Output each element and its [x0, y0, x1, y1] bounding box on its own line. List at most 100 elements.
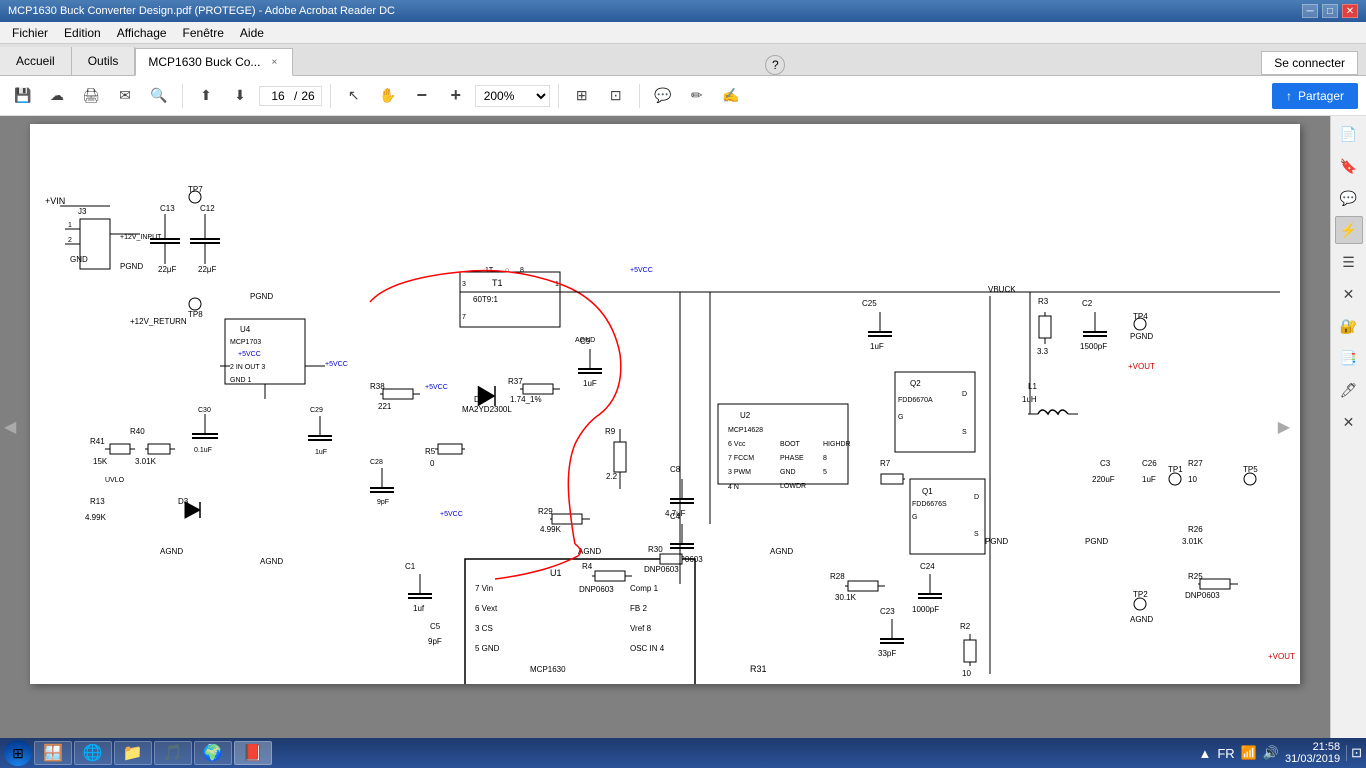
sidebar-icon-bookmark[interactable]: 🔖: [1335, 152, 1363, 180]
svg-text:C3: C3: [1100, 459, 1111, 468]
taskbar-item-files[interactable]: 📁: [114, 741, 152, 765]
print-button[interactable]: 🖨: [76, 81, 106, 111]
svg-text:LOWDR: LOWDR: [780, 483, 806, 490]
svg-text:GND 1: GND 1: [230, 377, 252, 384]
connect-button[interactable]: Se connecter: [1261, 51, 1358, 75]
close-button[interactable]: ✕: [1342, 4, 1358, 18]
svg-text:+VOUT: +VOUT: [1268, 652, 1295, 661]
cloud-button[interactable]: ☁: [42, 81, 72, 111]
svg-text:10: 10: [1188, 475, 1197, 484]
separator-4: [639, 84, 640, 108]
tray-volume[interactable]: 🔊: [1263, 745, 1279, 761]
svg-text:R41: R41: [90, 437, 105, 446]
svg-text:U1: U1: [550, 568, 562, 578]
share-button[interactable]: ↑ Partager: [1272, 83, 1358, 109]
zoom-in-button[interactable]: +: [441, 81, 471, 111]
page-navigation: / 26: [259, 86, 322, 106]
tab-close-button[interactable]: ×: [268, 56, 280, 69]
taskbar-item-chrome[interactable]: 🌍: [194, 741, 232, 765]
sidebar-icon-protect[interactable]: 🔐: [1335, 312, 1363, 340]
marquee-zoom-button[interactable]: ⊡: [601, 81, 631, 111]
next-page-button[interactable]: ⬇: [225, 81, 255, 111]
svg-text:Comp 1: Comp 1: [630, 584, 659, 593]
page-input[interactable]: [264, 89, 292, 103]
zoom-select[interactable]: 200% 100% 150% 50% Fit Page: [475, 85, 550, 107]
prev-page-button[interactable]: ⬆: [191, 81, 221, 111]
svg-text:Q2: Q2: [910, 379, 921, 388]
svg-text:1uF: 1uF: [583, 379, 597, 388]
menu-aide[interactable]: Aide: [232, 22, 272, 43]
comment-button[interactable]: 💬: [648, 81, 678, 111]
svg-text:60T9:1: 60T9:1: [473, 295, 498, 304]
cursor-tool-button[interactable]: ↖: [339, 81, 369, 111]
sidebar-icon-pages[interactable]: 📑: [1335, 344, 1363, 372]
share-label: Partager: [1298, 89, 1344, 103]
start-button[interactable]: ⊞: [4, 740, 32, 766]
fit-page-button[interactable]: ⊞: [567, 81, 597, 111]
tray-show-desktop[interactable]: ⊡: [1346, 745, 1362, 761]
tab-outils[interactable]: Outils: [72, 47, 136, 75]
circuit-diagram: +VIN J3 1 2 GND +12V_INPUT C13 22μ: [30, 124, 1300, 684]
svg-text:1500pF: 1500pF: [1080, 342, 1107, 351]
menu-affichage[interactable]: Affichage: [109, 22, 175, 43]
svg-text:TP5: TP5: [1243, 465, 1258, 474]
markup-button[interactable]: ✍: [716, 81, 746, 111]
svg-text:9pF: 9pF: [428, 637, 442, 646]
save-button[interactable]: 💾: [8, 81, 38, 111]
page-total: 26: [299, 89, 316, 103]
sidebar-icon-close[interactable]: ✕: [1335, 280, 1363, 308]
svg-text:R2: R2: [960, 622, 971, 631]
sidebar-icon-document[interactable]: 📄: [1335, 120, 1363, 148]
svg-text:3.01K: 3.01K: [135, 457, 157, 466]
svg-text:R13: R13: [90, 497, 105, 506]
hand-tool-button[interactable]: ✋: [373, 81, 403, 111]
menu-fichier[interactable]: Fichier: [4, 22, 56, 43]
menu-edition[interactable]: Edition: [56, 22, 109, 43]
scroll-left-arrow[interactable]: ◀: [4, 417, 16, 437]
minimize-button[interactable]: ─: [1302, 4, 1318, 18]
svg-text:221: 221: [378, 402, 392, 411]
svg-text:AGND: AGND: [260, 557, 283, 566]
svg-text:+5VCC: +5VCC: [425, 384, 448, 391]
taskbar-item-media[interactable]: 🎵: [154, 741, 192, 765]
svg-text:15K: 15K: [93, 457, 108, 466]
svg-text:1uF: 1uF: [315, 449, 327, 456]
sidebar-icon-sign[interactable]: 🖊: [1335, 376, 1363, 404]
tab-accueil[interactable]: Accueil: [0, 47, 72, 75]
tray-network[interactable]: 📶: [1241, 745, 1257, 761]
tab-pdf-active[interactable]: MCP1630 Buck Co... ×: [135, 48, 293, 76]
pdf-area[interactable]: ◀ +VIN J3 1 2 GND +12V_INPUT: [0, 116, 1330, 738]
help-icon[interactable]: ?: [765, 55, 785, 75]
svg-text:1: 1: [68, 222, 72, 229]
svg-text:PGND: PGND: [1130, 332, 1153, 341]
taskbar-tray: ▲ FR 📶 🔊 21:58 31/03/2019 ⊡: [1198, 741, 1362, 765]
svg-text:S: S: [974, 531, 979, 538]
scroll-right-arrow[interactable]: ▶: [1278, 417, 1290, 437]
svg-text:TP8: TP8: [188, 310, 203, 319]
separator-1: [182, 84, 183, 108]
menu-fenetre[interactable]: Fenêtre: [175, 22, 232, 43]
svg-text:U2: U2: [740, 411, 751, 420]
search-button[interactable]: 🔍: [144, 81, 174, 111]
tray-expand[interactable]: ▲: [1198, 746, 1211, 761]
highlight-button[interactable]: ✏: [682, 81, 712, 111]
svg-text:1000pF: 1000pF: [912, 605, 939, 614]
svg-text:7: 7: [462, 314, 466, 321]
taskbar-item-acrobat[interactable]: 📕: [234, 741, 272, 765]
svg-text:BOOT: BOOT: [780, 441, 801, 448]
taskbar-item-ie[interactable]: 🌐: [74, 741, 112, 765]
sidebar-icon-menu[interactable]: ☰: [1335, 248, 1363, 276]
svg-text:33pF: 33pF: [878, 649, 896, 658]
maximize-button[interactable]: □: [1322, 4, 1338, 18]
taskbar-item-explorer[interactable]: 🪟: [34, 741, 72, 765]
svg-text:+12V_RETURN: +12V_RETURN: [130, 317, 187, 326]
sidebar-icon-tools[interactable]: ⚡: [1335, 216, 1363, 244]
svg-text:OSC IN 4: OSC IN 4: [630, 644, 665, 653]
sidebar-icon-comment[interactable]: 💬: [1335, 184, 1363, 212]
mail-button[interactable]: ✉: [110, 81, 140, 111]
svg-text:MCP14628: MCP14628: [728, 427, 763, 434]
window-title: MCP1630 Buck Converter Design.pdf (PROTE…: [8, 5, 395, 17]
svg-text:C13: C13: [160, 204, 175, 213]
zoom-out-button[interactable]: −: [407, 81, 437, 111]
sidebar-icon-x[interactable]: ✕: [1335, 408, 1363, 436]
